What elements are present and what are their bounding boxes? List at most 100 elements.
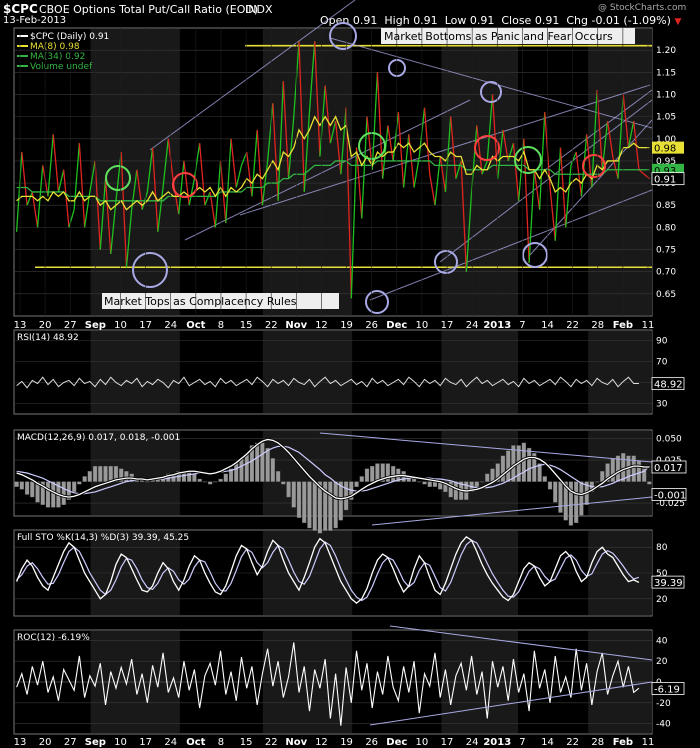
roc-y-tick: 40 [656,636,668,646]
macd-histogram-bar [51,481,56,508]
price-y-tick: 0.80 [656,223,676,233]
x-tick-label: 17 [139,320,152,331]
macd-histogram-bar [45,481,51,508]
macd-last-value: -0.001 [654,490,686,501]
rsi-y-tick: 70 [656,358,668,368]
bottom-x-tick-label: 13 [14,737,27,748]
macd-histogram-bar [244,453,249,482]
bottom-x-tick-label: 27 [64,737,77,748]
last-value-text: 0.91 [654,175,676,186]
macd-histogram-bar [213,481,218,483]
macd-y-tick: 0.050 [656,435,682,445]
bottom-x-tick-label: 24 [164,737,177,748]
x-tick-label: 24 [466,320,479,331]
macd-histogram-bar [521,442,527,482]
macd-histogram-bar [197,478,202,482]
x-tick-label: 10 [114,320,127,331]
roc-legend: ROC(12) -6.19% [17,633,90,643]
stockcharts-screenshot: { "header": { "symbol": "$CPC", "name": … [0,0,700,748]
bottom-x-tick-label: 8 [218,737,224,748]
macd-histogram-bar [547,481,553,490]
x-tick-label: Oct [186,320,205,331]
bottom-x-tick-label: Dec [386,737,407,748]
bottom-x-tick-label: 24 [466,737,479,748]
price-y-tick: 0.75 [656,246,676,256]
bottom-x-tick-label: 15 [240,737,253,748]
macd-histogram-bar [411,478,417,482]
macd-histogram-bar [24,481,30,495]
macd-histogram-bar [239,458,244,482]
macd-histogram-bar [234,463,239,482]
macd-histogram-bar [98,465,103,482]
bottom-x-tick-label: 22 [566,737,579,748]
x-tick-label: 2013 [483,320,511,331]
macd-histogram-bar [594,481,600,483]
macd-histogram-bar [427,481,432,487]
price-y-tick: 1.05 [656,113,676,123]
month-band-rsi-3 [588,331,652,413]
macd-histogram-bar [270,458,276,482]
x-tick-label: 11 [642,320,655,331]
macd-histogram-bar [291,481,296,508]
x-tick-label: Sep [85,320,106,331]
bottom-x-tick-label: Oct [186,737,205,748]
price-y-tick: 0.70 [656,268,676,278]
macd-histogram-bar [615,455,621,482]
bottom-x-tick-label: 11 [642,737,655,748]
bottom-x-tick-label: Feb [613,737,633,748]
price-y-tick: 1.15 [656,68,676,78]
bottom-x-tick-label: 10 [416,737,429,748]
macd-histogram-bar [145,481,150,483]
x-tick-label: 22 [566,320,579,331]
macd-histogram-bar [207,481,213,485]
sto-y-tick: 20 [656,595,668,605]
macd-histogram-bar [390,465,396,482]
bottom-x-tick-label: 20 [39,737,52,748]
price-y-tick: 1.20 [656,46,676,56]
macd-histogram-bar [14,481,19,487]
macd-histogram-bar [260,442,265,482]
bottom-x-tick-label: 28 [591,737,604,748]
macd-histogram-bar [124,471,129,482]
macd-histogram-bar [636,460,642,482]
macd-histogram-bar [579,481,584,516]
macd-histogram-bar [281,481,286,485]
roc-last-value: -6.19 [654,684,680,695]
macd-histogram-bar [542,476,547,482]
x-tick-label: 28 [591,320,604,331]
x-tick-label: 14 [541,320,554,331]
bottom-x-tick-label: 2013 [483,737,511,748]
rsi-y-tick: 90 [656,337,668,347]
x-tick-label: 24 [164,320,177,331]
bottom-x-tick-label: Nov [285,737,307,748]
x-tick-label: 7 [519,320,525,331]
macd-histogram-bar [286,481,291,498]
macd-histogram-bar [364,468,370,482]
macd-histogram-bar [333,481,338,529]
bottom-x-tick-label: 10 [114,737,127,748]
macd-histogram-bar [312,481,317,531]
macd-histogram-bar [92,465,98,482]
price-y-tick: 1.10 [656,90,676,100]
macd-histogram-bar [87,471,92,482]
macd-histogram-bar [370,465,375,482]
macd-histogram-bar [19,481,24,490]
macd-histogram-bar [417,481,422,483]
macd-histogram-bar [296,481,302,518]
x-tick-label: 27 [64,320,77,331]
macd-histogram-bar [453,481,459,500]
macd-histogram-bar [71,481,77,493]
legend-entry: MA(8) 0.98 [30,42,80,52]
bottom-x-tick-label: Sep [85,737,106,748]
macd-histogram-bar [255,442,260,482]
macd-last-value: 0.017 [654,463,683,474]
annotation-text-tops: Market Tops as Complacency Rules [104,295,297,308]
bottom-x-tick-label: 22 [265,737,278,748]
macd-histogram-bar [422,481,427,485]
bottom-x-tick-label: 26 [365,737,378,748]
sto-last-value: 39.39 [654,578,683,589]
bottom-x-tick-label: 14 [541,737,554,748]
bottom-x-tick-label: 19 [340,737,353,748]
price-y-tick: 0.65 [656,290,676,300]
sto-y-tick: 80 [656,543,668,553]
